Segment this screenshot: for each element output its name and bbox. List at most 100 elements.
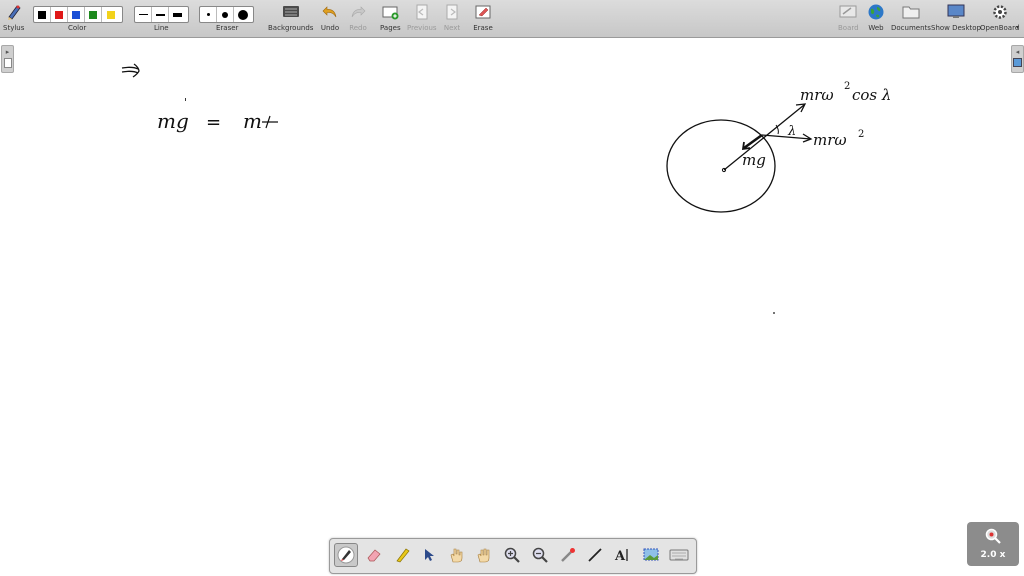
board-icon [838, 2, 858, 22]
equation-prime-text: ' [184, 96, 187, 109]
zoom-level-label: 2.0 x [980, 550, 1006, 560]
backgrounds-label: Backgrounds [268, 24, 314, 32]
color-black-button[interactable] [34, 7, 51, 22]
zoom-out-tool-button[interactable] [528, 543, 552, 567]
laser-pointer-icon [561, 548, 575, 562]
label-mrw2: mrω [813, 131, 847, 149]
line-medium-icon [155, 13, 165, 16]
text-tool-button[interactable]: A [611, 543, 635, 567]
zoom-out-icon [532, 547, 548, 563]
line-tool-button[interactable] [583, 543, 607, 567]
pages-button[interactable]: Pages [380, 2, 401, 32]
documents-button[interactable]: Documents [891, 2, 931, 32]
eraser-small-icon [206, 13, 210, 16]
centrifugal-force-line [761, 134, 812, 140]
label-sup-2-right: 2 [858, 129, 864, 140]
stylus-label: Stylus [3, 24, 25, 32]
line-width-selector [134, 6, 189, 23]
previous-label: Previous [407, 24, 437, 32]
line-thick-icon [173, 12, 182, 17]
redo-button[interactable]: Redo [348, 2, 368, 32]
highlighter-tool-button[interactable] [390, 543, 414, 567]
eraser-tool-button[interactable] [362, 543, 386, 567]
equation-scribble-mark [262, 115, 278, 129]
label-mrw2-cos: mrω [800, 86, 834, 104]
color-red-button[interactable] [51, 7, 68, 22]
stylus-icon [4, 2, 24, 22]
undo-icon [320, 2, 340, 22]
zoom-in-tool-button[interactable] [500, 543, 524, 567]
virtual-keyboard-icon [669, 549, 689, 561]
undo-button[interactable]: Undo [320, 2, 340, 32]
zoom-in-icon [504, 547, 520, 563]
equation-left-text: mg [157, 109, 189, 133]
undo-label: Undo [320, 24, 340, 32]
whiteboard-canvas[interactable]: mg ' = m mrω 2 cos λ mrω 2 λ mg [0, 38, 1024, 576]
next-button[interactable]: Next [442, 2, 462, 32]
color-group-label: Color [68, 24, 87, 32]
globe-icon [866, 2, 886, 22]
backgrounds-button[interactable]: Backgrounds [268, 2, 313, 32]
eraser-size-selector [199, 6, 254, 23]
line-group-label: Line [154, 24, 169, 32]
pages-icon [380, 2, 400, 22]
color-swatch [106, 10, 115, 19]
zoom-indicator[interactable]: 2.0 x [967, 522, 1019, 566]
eraser-medium-icon [222, 11, 228, 18]
erase-button[interactable]: Erase [473, 2, 493, 32]
previous-page-icon [412, 2, 432, 22]
show-desktop-button[interactable]: Show Desktop [931, 2, 981, 32]
openboard-label: OpenBoard [980, 24, 1020, 32]
eraser-large-button[interactable] [234, 7, 251, 22]
implies-symbol [121, 63, 140, 78]
redo-icon [348, 2, 368, 22]
eraser-large-icon [237, 9, 248, 20]
show-desktop-label: Show Desktop [931, 24, 981, 32]
pen-icon [337, 546, 355, 564]
stray-dot [773, 312, 775, 314]
line-thin-button[interactable] [135, 7, 152, 22]
line-thin-icon [138, 14, 148, 15]
keyboard-tool-button[interactable] [667, 543, 691, 567]
line-thick-button[interactable] [169, 7, 186, 22]
interact-tool-button[interactable] [444, 543, 468, 567]
main-toolbar: Stylus Color Line Eraser Backgrounds Und… [0, 0, 1024, 38]
stylus-palette: A [329, 538, 697, 574]
board-label: Board [838, 24, 859, 32]
equation-right-text: m [243, 109, 262, 133]
erase-board-icon [473, 2, 493, 22]
board-button[interactable]: Board [838, 2, 859, 32]
color-yellow-button[interactable] [102, 7, 119, 22]
desktop-icon [946, 2, 966, 22]
text-icon: A [614, 549, 628, 564]
backgrounds-icon [281, 2, 301, 22]
eraser-small-button[interactable] [200, 7, 217, 22]
line-medium-button[interactable] [152, 7, 169, 22]
previous-button[interactable]: Previous [407, 2, 437, 32]
pan-hand-icon [477, 548, 490, 563]
color-blue-button[interactable] [68, 7, 85, 22]
redo-label: Redo [349, 24, 367, 32]
select-tool-button[interactable] [417, 543, 441, 567]
label-lambda: λ [787, 124, 796, 139]
chevron-down-icon[interactable]: ▾ [1016, 24, 1019, 31]
documents-label: Documents [891, 24, 931, 32]
highlighter-icon [396, 548, 410, 563]
capture-tool-button[interactable] [639, 543, 663, 567]
web-button[interactable]: Web [866, 2, 886, 32]
eraser-group-label: Eraser [216, 24, 239, 32]
pen-tool-button[interactable] [334, 543, 358, 567]
openboard-menu-button[interactable]: OpenBoard [980, 2, 1019, 32]
laser-tool-button[interactable] [556, 543, 580, 567]
next-page-icon [442, 2, 462, 22]
pan-tool-button[interactable] [472, 543, 496, 567]
color-selector [33, 6, 123, 23]
color-green-button[interactable] [85, 7, 102, 22]
stylus-button[interactable]: Stylus [3, 2, 24, 32]
folder-icon [901, 2, 921, 22]
gear-icon [990, 2, 1010, 22]
color-swatch [55, 10, 63, 19]
eraser-medium-button[interactable] [217, 7, 234, 22]
color-swatch [89, 10, 97, 19]
line-icon [588, 548, 602, 562]
